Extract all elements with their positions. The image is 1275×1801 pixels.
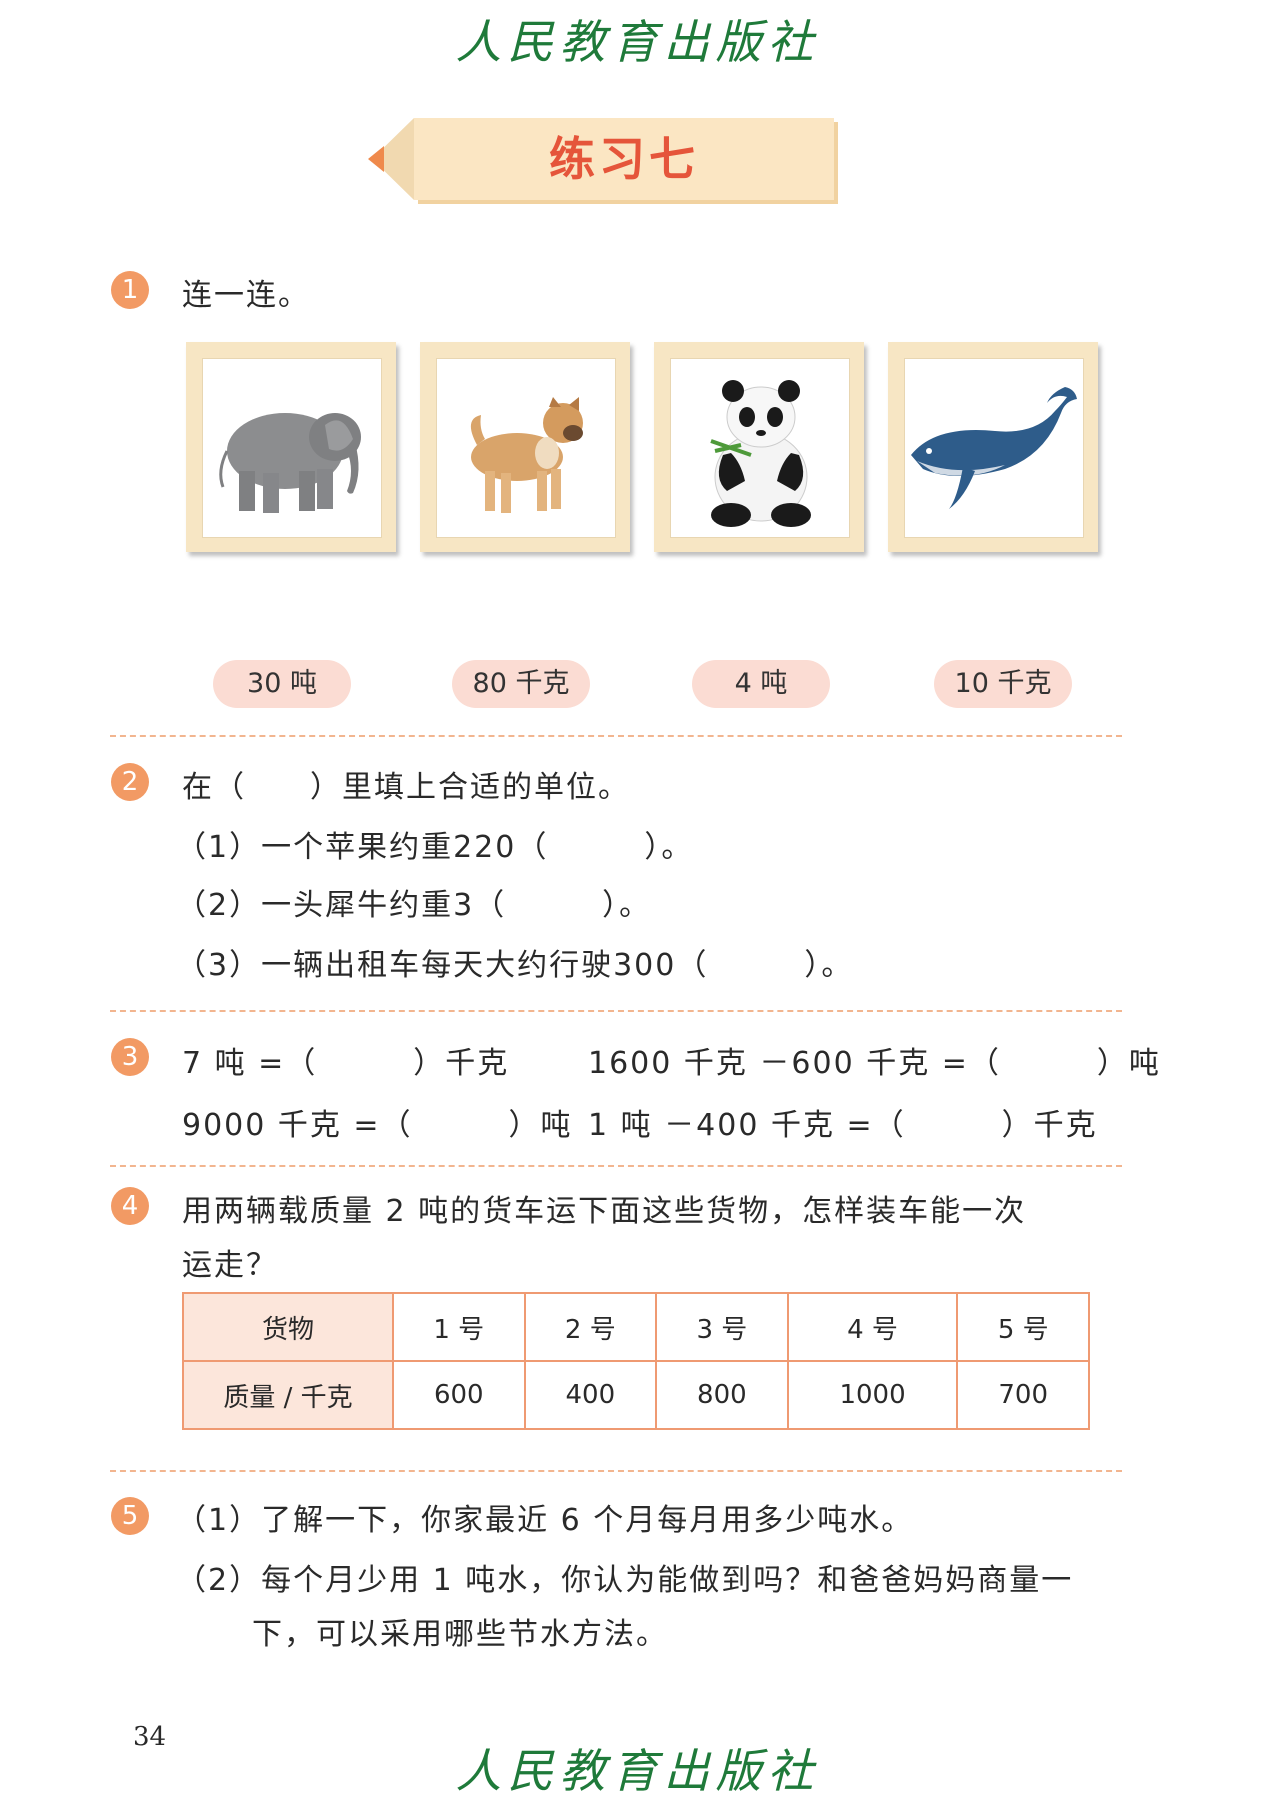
whale-photo-card[interactable] bbox=[888, 342, 1098, 552]
weight-option-3[interactable]: 4 吨 bbox=[692, 660, 830, 708]
question-number-5: 5 bbox=[111, 1497, 149, 1535]
q3-equation-2[interactable]: 1600 千克 －600 千克 =（ ）吨 bbox=[588, 1038, 1161, 1082]
dog-icon bbox=[470, 397, 583, 513]
table-cell: 600 bbox=[392, 1360, 526, 1430]
question-number-3: 3 bbox=[111, 1038, 149, 1076]
publisher-logo-top: 人民教育出版社 bbox=[455, 15, 820, 69]
elephant-icon bbox=[219, 413, 361, 513]
section-divider bbox=[110, 735, 1122, 737]
table-cell: 5 号 bbox=[956, 1292, 1090, 1362]
q4-text-line-1: 用两辆载质量 2 吨的货车运下面这些货物，怎样装车能一次 bbox=[182, 1194, 1027, 1229]
panda-photo-card[interactable] bbox=[654, 342, 864, 552]
elephant-photo-card[interactable] bbox=[186, 342, 396, 552]
section-divider bbox=[110, 1165, 1122, 1167]
weight-option-1[interactable]: 30 吨 bbox=[213, 660, 351, 708]
question-number-4: 4 bbox=[111, 1187, 149, 1225]
q2-item-1[interactable]: （1）一个苹果约重220（ ）。 bbox=[176, 822, 693, 866]
table-header-weight: 质量 / 千克 bbox=[182, 1360, 394, 1430]
question-number-1: 1 bbox=[111, 271, 149, 309]
q2-item-2[interactable]: （2）一头犀牛约重3（ ）。 bbox=[176, 880, 651, 924]
q3-equation-3[interactable]: 9000 千克 =（ ）吨 bbox=[182, 1100, 573, 1144]
panda-icon bbox=[710, 380, 811, 527]
publisher-logo-bottom: 人民教育出版社 bbox=[455, 1744, 820, 1798]
table-cell: 400 bbox=[523, 1360, 658, 1430]
table-cell: 800 bbox=[655, 1360, 789, 1430]
table-header-goods: 货物 bbox=[182, 1292, 394, 1362]
q2-item-3[interactable]: （3）一辆出租车每天大约行驶300（ ）。 bbox=[176, 940, 853, 984]
table-cell: 1000 bbox=[786, 1360, 959, 1430]
weight-option-4[interactable]: 10 千克 bbox=[934, 660, 1072, 708]
goods-weight-table: 货物 1 号 2 号 3 号 4 号 5 号 质量 / 千克 600 400 8… bbox=[182, 1292, 1090, 1430]
question-number-2: 2 bbox=[111, 763, 149, 801]
dog-photo-card[interactable] bbox=[420, 342, 630, 552]
q2-instruction: 在（ ）里填上合适的单位。 bbox=[182, 770, 630, 805]
table-cell: 4 号 bbox=[786, 1292, 959, 1362]
table-row-goods: 货物 1 号 2 号 3 号 4 号 5 号 bbox=[182, 1292, 1090, 1362]
table-row-weight: 质量 / 千克 600 400 800 1000 700 bbox=[182, 1360, 1090, 1430]
table-cell: 2 号 bbox=[523, 1292, 658, 1362]
exercise-title: 练习七 bbox=[549, 132, 699, 186]
banner-arrow-tip bbox=[368, 146, 384, 172]
q5-item-1: （1）了解一下，你家最近 6 个月每月用多少吨水。 bbox=[176, 1503, 914, 1538]
exercise-title-banner: 练习七 bbox=[368, 118, 840, 200]
table-cell: 700 bbox=[956, 1360, 1090, 1430]
table-cell: 1 号 bbox=[392, 1292, 526, 1362]
q3-equation-1[interactable]: 7 吨 =（ ）千克 bbox=[182, 1038, 509, 1082]
q1-instruction: 连一连。 bbox=[182, 278, 310, 313]
q4-text-line-2: 运走？ bbox=[182, 1248, 278, 1283]
whale-icon bbox=[911, 387, 1077, 509]
section-divider bbox=[110, 1470, 1122, 1472]
q3-equation-4[interactable]: 1 吨 －400 千克 =（ ）千克 bbox=[588, 1100, 1098, 1144]
q5-item-2: （2）每个月少用 1 吨水，你认为能做到吗？和爸爸妈妈商量一 bbox=[176, 1563, 1074, 1598]
weight-option-2[interactable]: 80 千克 bbox=[452, 660, 590, 708]
q5-item-2-continued: 下，可以采用哪些节水方法。 bbox=[252, 1617, 668, 1652]
table-cell: 3 号 bbox=[655, 1292, 789, 1362]
section-divider bbox=[110, 1010, 1122, 1012]
